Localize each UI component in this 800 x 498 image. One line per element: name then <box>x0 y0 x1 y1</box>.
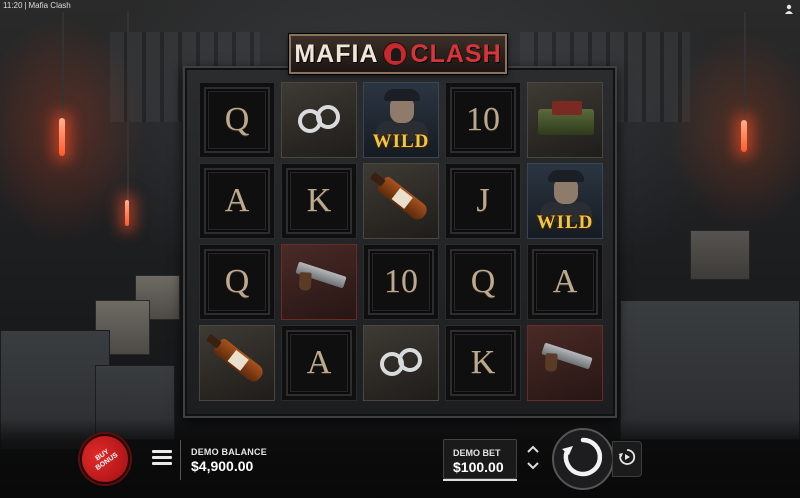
reel-cell: A <box>199 163 275 239</box>
reel-cell: Q <box>199 82 275 158</box>
wild-label: WILD <box>372 131 430 152</box>
reel-cell <box>527 82 603 158</box>
reel-cell: WILD <box>527 163 603 239</box>
hanging-lamp <box>125 200 129 226</box>
card-symbol: A <box>552 263 578 300</box>
card-symbol: J <box>476 182 490 219</box>
game-logo: MAFIA CLASH <box>289 34 507 74</box>
reel-cell: Q <box>199 244 275 320</box>
mobster-badge-icon <box>382 42 407 66</box>
spin-button[interactable] <box>552 428 614 490</box>
whiskey-bottle-icon <box>376 175 430 223</box>
control-divider <box>180 440 181 480</box>
autoplay-icon <box>618 448 636 471</box>
hamburger-menu-icon[interactable] <box>152 450 172 466</box>
game-settings-icon[interactable] <box>784 1 794 14</box>
reel-cell: J <box>445 163 521 239</box>
reel-cell <box>363 163 439 239</box>
bet-display[interactable]: DEMO BET $100.00 <box>443 439 517 479</box>
wild-label: WILD <box>536 212 594 233</box>
chevron-up-icon[interactable] <box>526 443 540 455</box>
whiskey-bottle-icon <box>212 337 266 385</box>
reel-cell: Q <box>445 244 521 320</box>
reel-cell: 10 <box>445 82 521 158</box>
card-symbol: A <box>224 182 250 219</box>
status-bar: 11:20 | Mafia Clash <box>0 0 800 12</box>
bet-value: $100.00 <box>453 459 504 475</box>
reel-cell: K <box>281 163 357 239</box>
reel-cell <box>281 244 357 320</box>
clock: 11:20 <box>3 1 23 10</box>
handcuffs-icon <box>298 105 344 135</box>
lamp-wire <box>62 12 64 120</box>
cash-stack-icon <box>538 101 594 135</box>
card-symbol: K <box>306 182 332 219</box>
spin-arrow-icon <box>561 435 605 484</box>
balance-label: DEMO BALANCE <box>191 447 267 457</box>
reel-cell <box>363 325 439 401</box>
card-symbol: Q <box>224 263 250 300</box>
bet-label: DEMO BET <box>453 448 501 458</box>
lamp-wire <box>744 12 746 122</box>
reel-cell: A <box>527 244 603 320</box>
bet-underline <box>443 479 517 481</box>
card-symbol: 10 <box>466 101 500 138</box>
hanging-lamp <box>741 120 747 152</box>
reel-cell: WILD <box>363 82 439 158</box>
card-symbol: A <box>306 344 332 381</box>
reel-cell: K <box>445 325 521 401</box>
reel-grid: Q WILD 10 A K J WILD Q 10 Q A A K <box>199 82 604 404</box>
lamp-wire <box>127 12 129 202</box>
reel-cell: A <box>281 325 357 401</box>
card-symbol: 10 <box>384 263 418 300</box>
handcuffs-icon <box>380 348 426 378</box>
card-symbol: Q <box>224 101 250 138</box>
logo-word-clash: CLASH <box>410 39 502 68</box>
card-symbol: Q <box>470 263 496 300</box>
app-title: Mafia Clash <box>28 1 71 10</box>
status-separator: | <box>24 1 27 10</box>
logo-word-mafia: MAFIA <box>294 39 379 68</box>
balance-value: $4,900.00 <box>191 458 254 474</box>
card-symbol: K <box>470 344 496 381</box>
revolver-icon <box>295 261 347 289</box>
reel-cell <box>281 82 357 158</box>
reel-cell <box>527 325 603 401</box>
crate <box>690 230 750 280</box>
chevron-down-icon[interactable] <box>526 460 540 472</box>
reel-cell <box>199 325 275 401</box>
reel-cell: 10 <box>363 244 439 320</box>
autoplay-button[interactable] <box>612 441 642 477</box>
hanging-lamp <box>59 118 65 156</box>
buy-bonus-label: BUY BONUS <box>94 448 120 472</box>
revolver-icon <box>541 342 593 370</box>
